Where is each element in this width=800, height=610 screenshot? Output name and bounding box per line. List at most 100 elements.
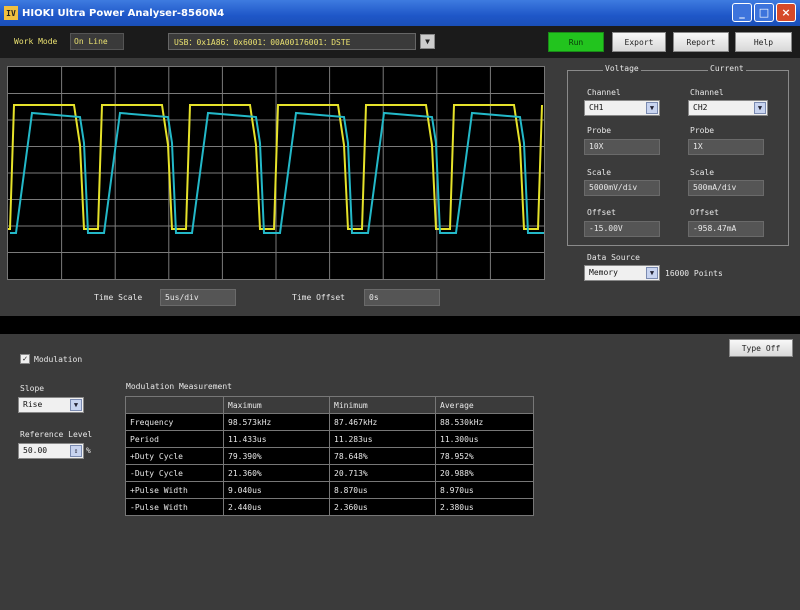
- chevron-down-icon: ▼: [646, 267, 658, 279]
- slope-select[interactable]: Rise ▼: [18, 397, 84, 413]
- current-offset-label: Offset: [690, 208, 719, 217]
- table-cell: 78.952%: [435, 447, 534, 465]
- voltage-channel-value: CH1: [589, 103, 604, 112]
- table-cell: 8.870us: [329, 481, 436, 499]
- table-cell: 2.440us: [223, 498, 330, 516]
- data-source-label: Data Source: [587, 253, 640, 262]
- table-row: +Duty Cycle 79.390% 78.648% 78.952%: [125, 447, 534, 465]
- table-row: Frequency 98.573kHz 87.467kHz 88.530kHz: [125, 413, 534, 431]
- current-channel-select[interactable]: CH2 ▼: [688, 100, 768, 116]
- table-cell: 2.380us: [435, 498, 534, 516]
- work-mode-field[interactable]: On Line: [70, 33, 124, 50]
- table-row: -Duty Cycle 21.360% 20.713% 20.988%: [125, 464, 534, 482]
- data-source-value: Memory: [589, 268, 618, 277]
- table-row: Period 11.433us 11.283us 11.300us: [125, 430, 534, 448]
- voltage-probe-label: Probe: [587, 126, 612, 135]
- row-label: -Duty Cycle: [125, 464, 224, 482]
- window-controls: _ □ ×: [732, 3, 796, 22]
- table-header-cell: Average: [435, 396, 534, 414]
- time-scale-label: Time Scale: [94, 293, 143, 302]
- voltage-probe-field[interactable]: 10X: [584, 139, 660, 155]
- voltage-scale-field[interactable]: 5000mV/div: [584, 180, 660, 196]
- time-offset-field[interactable]: 0s: [364, 289, 440, 306]
- table-cell: 87.467kHz: [329, 413, 436, 431]
- row-label: -Pulse Width: [125, 498, 224, 516]
- table-row: +Pulse Width 9.040us 8.870us 8.970us: [125, 481, 534, 499]
- work-mode-label: Work Mode: [14, 37, 58, 46]
- current-channel-label: Channel: [690, 88, 724, 97]
- table-cell: 9.040us: [223, 481, 330, 499]
- modulation-label: Modulation: [34, 355, 83, 364]
- current-scale-field[interactable]: 500mA/div: [688, 180, 764, 196]
- table-cell: 79.390%: [223, 447, 330, 465]
- measurement-title: Modulation Measurement: [126, 382, 232, 391]
- waveform-svg: [8, 67, 544, 279]
- voltage-offset-field[interactable]: -15.00V: [584, 221, 660, 237]
- reference-level-value: 50.00: [23, 446, 48, 455]
- row-label: Frequency: [125, 413, 224, 431]
- table-cell: 88.530kHz: [435, 413, 534, 431]
- voltage-channel-label: Channel: [587, 88, 621, 97]
- window-title: HIOKI Ultra Power Analyser-8560N4: [22, 7, 225, 19]
- reference-unit: %: [86, 446, 91, 455]
- time-scale-field[interactable]: 5us/div: [160, 289, 236, 306]
- table-header-cell: [125, 396, 224, 414]
- minimize-button[interactable]: _: [732, 3, 752, 22]
- row-label: Period: [125, 430, 224, 448]
- voltage-channel-select[interactable]: CH1 ▼: [584, 100, 660, 116]
- app-icon: IV: [4, 6, 18, 20]
- reference-level-label: Reference Level: [20, 430, 93, 439]
- device-info-field[interactable]: USB：0x1A86：0x6001：00A00176001：DSTE: [168, 33, 416, 50]
- close-button[interactable]: ×: [776, 3, 796, 22]
- table-cell: 11.433us: [223, 430, 330, 448]
- scope-panel: Time Scale 5us/div Time Offset 0s Voltag…: [0, 58, 800, 316]
- measurement-table: Maximum Minimum Average Frequency 98.573kHz 8…: [125, 396, 534, 516]
- maximize-button[interactable]: □: [754, 3, 774, 22]
- type-off-button[interactable]: Type Off: [729, 339, 793, 357]
- run-button[interactable]: Run: [548, 32, 604, 52]
- current-channel-value: CH2: [693, 103, 708, 112]
- table-header-cell: Minimum: [329, 396, 436, 414]
- chevron-down-icon: ▼: [754, 102, 766, 114]
- data-points-label: 16000 Points: [665, 269, 723, 278]
- current-offset-field[interactable]: -958.47mA: [688, 221, 764, 237]
- voltage-title: Voltage: [603, 64, 641, 73]
- table-cell: 20.713%: [329, 464, 436, 482]
- table-row: -Pulse Width 2.440us 2.360us 2.380us: [125, 498, 534, 516]
- export-button[interactable]: Export: [612, 32, 666, 52]
- reference-level-spinner[interactable]: 50.00 ⇕: [18, 443, 84, 459]
- current-probe-field[interactable]: 1X: [688, 139, 764, 155]
- report-button[interactable]: Report: [673, 32, 729, 52]
- time-offset-label: Time Offset: [292, 293, 345, 302]
- row-label: +Pulse Width: [125, 481, 224, 499]
- modulation-panel: ✓ Modulation Type Off Slope Rise ▼ Refer…: [0, 334, 800, 610]
- table-cell: 21.360%: [223, 464, 330, 482]
- waveform-display[interactable]: [7, 66, 545, 280]
- voltage-offset-label: Offset: [587, 208, 616, 217]
- device-dropdown-button[interactable]: ▼: [420, 34, 435, 49]
- table-header-cell: Maximum: [223, 396, 330, 414]
- chevron-down-icon: ▼: [646, 102, 658, 114]
- title-bar: IV HIOKI Ultra Power Analyser-8560N4 _ □…: [0, 0, 800, 26]
- current-probe-label: Probe: [690, 126, 715, 135]
- separator-band: [0, 316, 800, 334]
- data-source-select[interactable]: Memory ▼: [584, 265, 660, 281]
- current-scale-label: Scale: [690, 168, 715, 177]
- chevron-down-icon: ▼: [70, 399, 82, 411]
- table-cell: 11.283us: [329, 430, 436, 448]
- modulation-checkbox[interactable]: ✓: [20, 354, 30, 364]
- voltage-trace: [8, 104, 543, 230]
- table-cell: 2.360us: [329, 498, 436, 516]
- row-label: +Duty Cycle: [125, 447, 224, 465]
- table-cell: 78.648%: [329, 447, 436, 465]
- table-header-row: Maximum Minimum Average: [125, 396, 534, 414]
- table-cell: 20.988%: [435, 464, 534, 482]
- slope-label: Slope: [20, 384, 45, 393]
- spinner-icon[interactable]: ⇕: [70, 445, 82, 457]
- table-cell: 8.970us: [435, 481, 534, 499]
- slope-value: Rise: [23, 400, 43, 409]
- table-cell: 11.300us: [435, 430, 534, 448]
- table-cell: 98.573kHz: [223, 413, 330, 431]
- help-button[interactable]: Help: [735, 32, 792, 52]
- toolbar: Work Mode On Line USB：0x1A86：0x6001：00A0…: [0, 26, 800, 58]
